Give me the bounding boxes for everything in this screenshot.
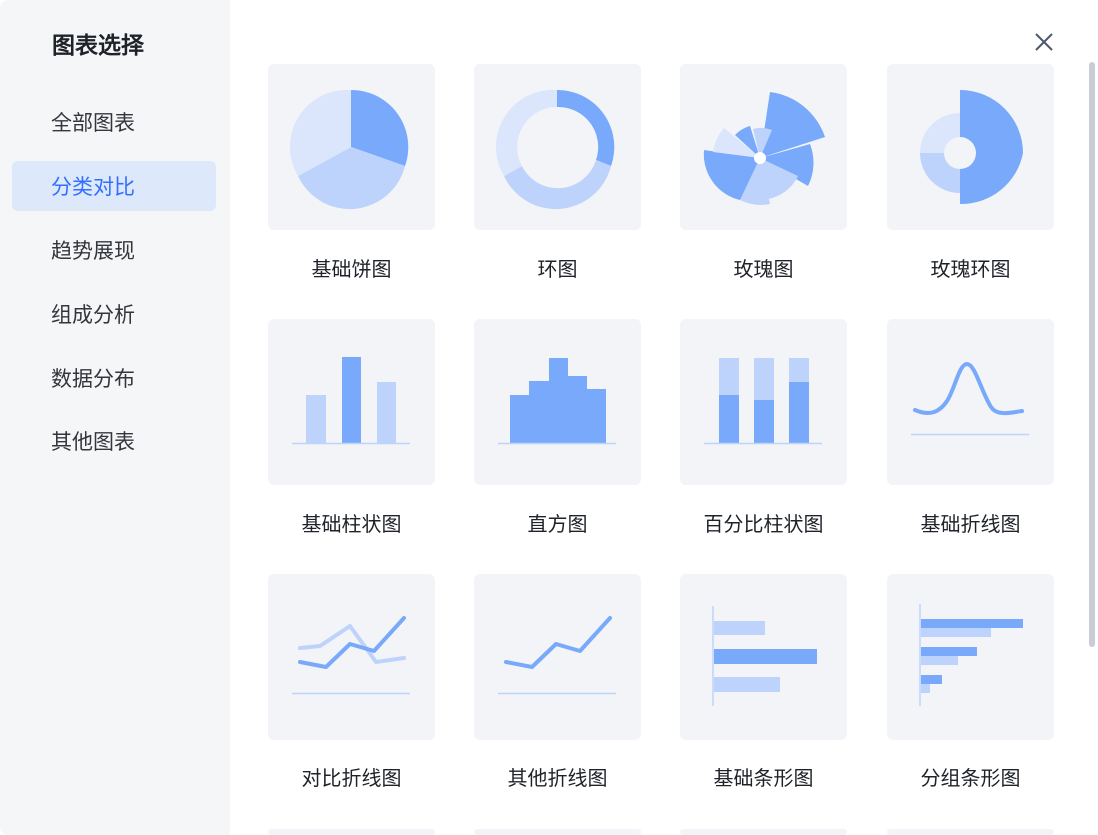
chart-label: 对比折线图 <box>301 766 402 790</box>
chart-selection-dialog: 图表选择 全部图表 分类对比 趋势展现 组成分析 数据分布 其他图表 基础饼图 … <box>0 0 1098 835</box>
histogram-icon <box>498 358 616 445</box>
chart-label: 其他折线图 <box>507 766 608 790</box>
chart-card-basic-bar[interactable] <box>680 574 847 740</box>
sidebar-item-label: 其他图表 <box>51 430 135 454</box>
chart-label: 分组条形图 <box>920 766 1021 790</box>
sidebar-item-label: 数据分布 <box>51 367 135 391</box>
close-button[interactable] <box>1030 28 1058 56</box>
grouped-bar-chart-icon <box>919 604 1023 706</box>
rose-chart-icon <box>703 92 825 205</box>
sidebar-item-composition[interactable]: 组成分析 <box>12 289 216 339</box>
chart-card-histogram[interactable] <box>474 319 641 485</box>
scrollbar[interactable] <box>1089 62 1095 647</box>
chart-card-partial[interactable] <box>887 829 1054 835</box>
sidebar: 图表选择 全部图表 分类对比 趋势展现 组成分析 数据分布 其他图表 <box>0 0 230 835</box>
sidebar-item-label: 趋势展现 <box>51 239 135 263</box>
chart-card-partial[interactable] <box>268 829 435 835</box>
chart-card-other-line[interactable] <box>474 574 641 740</box>
sidebar-item-other-charts[interactable]: 其他图表 <box>12 416 216 466</box>
chart-card-grouped-bar[interactable] <box>887 574 1054 740</box>
chart-card-percent-column[interactable] <box>680 319 847 485</box>
chart-label: 玫瑰环图 <box>930 257 1011 281</box>
sidebar-item-label: 组成分析 <box>51 303 135 327</box>
chart-label: 玫瑰图 <box>733 257 794 281</box>
sidebar-item-distribution[interactable]: 数据分布 <box>12 353 216 403</box>
basic-column-chart-icon <box>292 357 410 445</box>
basic-bar-chart-icon <box>712 606 817 706</box>
sidebar-item-label: 分类对比 <box>51 175 135 199</box>
chart-label: 基础饼图 <box>311 257 392 281</box>
comparison-line-chart-icon <box>292 616 410 695</box>
chart-card-donut[interactable] <box>474 64 641 230</box>
chart-card-partial[interactable] <box>680 829 847 835</box>
other-line-chart-icon <box>498 616 616 695</box>
chart-label: 直方图 <box>527 512 588 536</box>
donut-chart-icon <box>495 89 615 210</box>
basic-line-chart-icon <box>911 361 1029 436</box>
chart-card-basic-line[interactable] <box>887 319 1054 485</box>
chart-card-rose[interactable] <box>680 64 847 230</box>
rose-donut-chart-icon <box>920 90 1023 205</box>
sidebar-item-label: 全部图表 <box>51 111 135 135</box>
basic-pie-chart-icon <box>289 89 409 210</box>
chart-label: 基础条形图 <box>713 766 814 790</box>
chart-card-rose-donut[interactable] <box>887 64 1054 230</box>
sidebar-item-category-comparison[interactable]: 分类对比 <box>12 161 216 211</box>
chart-card-partial[interactable] <box>474 829 641 835</box>
chart-label: 环图 <box>537 257 578 281</box>
chart-card-basic-column[interactable] <box>268 319 435 485</box>
close-icon <box>1035 33 1053 51</box>
chart-label: 基础折线图 <box>920 512 1021 536</box>
dialog-title: 图表选择 <box>52 33 144 59</box>
chart-card-comparison-line[interactable] <box>268 574 435 740</box>
sidebar-item-all-charts[interactable]: 全部图表 <box>12 97 216 147</box>
chart-card-basic-pie[interactable] <box>268 64 435 230</box>
sidebar-item-trend[interactable]: 趋势展现 <box>12 225 216 275</box>
chart-label: 百分比柱状图 <box>703 512 824 536</box>
percent-column-chart-icon <box>704 358 822 445</box>
chart-label: 基础柱状图 <box>301 512 402 536</box>
